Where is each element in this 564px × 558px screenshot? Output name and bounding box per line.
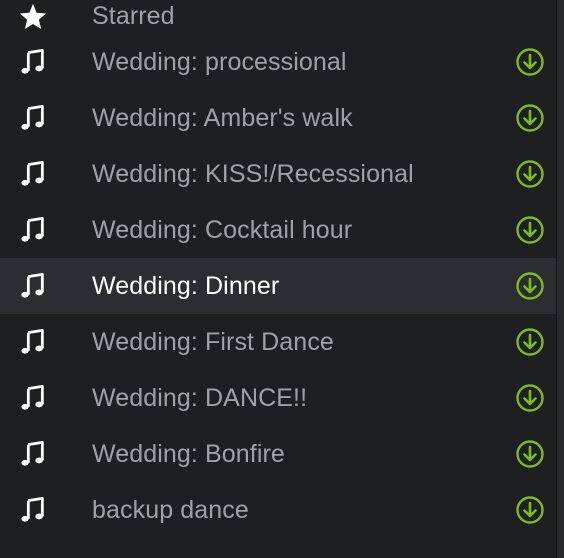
- playlist-label: Wedding: Bonfire: [92, 439, 285, 468]
- playlist-sidebar: Starred Wedding: processional Wedding: A…: [0, 0, 564, 558]
- playlist-item[interactable]: Wedding: processional: [0, 34, 556, 90]
- playlist-label: Wedding: DANCE!!: [92, 383, 308, 412]
- music-note-icon: [17, 102, 49, 134]
- playlist-label: backup dance: [92, 495, 249, 524]
- music-note-icon: [17, 270, 49, 302]
- download-icon[interactable]: [515, 47, 545, 77]
- music-note-icon: [17, 158, 49, 190]
- download-icon[interactable]: [515, 495, 545, 525]
- download-icon[interactable]: [515, 159, 545, 189]
- playlist-item[interactable]: Wedding: Cocktail hour: [0, 202, 556, 258]
- playlist-label: Wedding: Cocktail hour: [92, 215, 353, 244]
- playlist-item[interactable]: Wedding: Amber's walk: [0, 90, 556, 146]
- playlist-label: Wedding: First Dance: [92, 327, 334, 356]
- music-note-icon: [17, 382, 49, 414]
- playlist-item-selected[interactable]: Wedding: Dinner: [0, 258, 556, 314]
- music-note-icon: [17, 214, 49, 246]
- playlist-item[interactable]: Wedding: DANCE!!: [0, 370, 556, 426]
- sidebar-item-label: Starred: [92, 2, 175, 30]
- music-note-icon: [17, 438, 49, 470]
- download-icon[interactable]: [515, 327, 545, 357]
- download-icon[interactable]: [515, 103, 545, 133]
- playlist-item[interactable]: Wedding: KISS!/Recessional: [0, 146, 556, 202]
- playlist-label: Wedding: Dinner: [92, 271, 280, 300]
- playlist-list: Starred Wedding: processional Wedding: A…: [0, 0, 556, 558]
- scrollbar[interactable]: [556, 0, 564, 558]
- download-icon[interactable]: [515, 215, 545, 245]
- playlist-item[interactable]: backup dance: [0, 482, 556, 538]
- playlist-label: Wedding: KISS!/Recessional: [92, 159, 414, 188]
- download-icon[interactable]: [515, 383, 545, 413]
- playlist-item[interactable]: Wedding: Bonfire: [0, 426, 556, 482]
- download-icon[interactable]: [515, 439, 545, 469]
- download-icon[interactable]: [515, 271, 545, 301]
- playlist-label: Wedding: Amber's walk: [92, 103, 353, 132]
- star-icon: [17, 1, 49, 33]
- music-note-icon: [17, 46, 49, 78]
- playlist-label: Wedding: processional: [92, 47, 347, 76]
- playlist-item[interactable]: Wedding: First Dance: [0, 314, 556, 370]
- sidebar-item-starred[interactable]: Starred: [0, 0, 556, 34]
- music-note-icon: [17, 326, 49, 358]
- music-note-icon: [17, 494, 49, 526]
